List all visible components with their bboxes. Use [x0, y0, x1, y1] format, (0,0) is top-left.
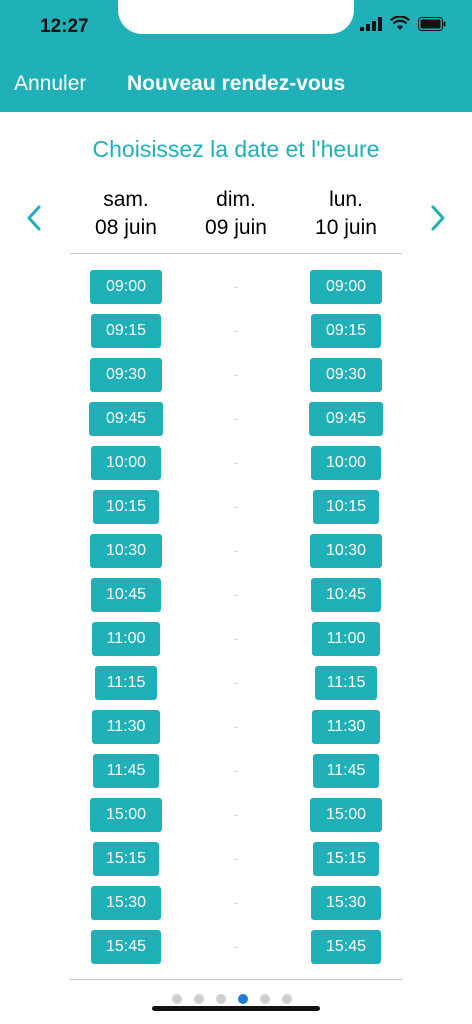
device-notch — [118, 0, 354, 34]
day-date: 09 juin — [205, 216, 267, 239]
no-slot-placeholder: - — [233, 454, 239, 470]
time-slot-button[interactable]: 15:15 — [313, 842, 379, 876]
no-slot-placeholder: - — [233, 850, 239, 866]
status-icons — [360, 16, 446, 31]
time-slot-button[interactable]: 15:30 — [91, 886, 161, 920]
time-slot-button[interactable]: 11:00 — [312, 622, 380, 656]
time-slot-button[interactable]: 09:45 — [309, 402, 383, 436]
no-slot-placeholder: - — [233, 410, 239, 426]
time-slot-button[interactable]: 10:00 — [91, 446, 161, 480]
time-slot-button[interactable]: 10:00 — [311, 446, 381, 480]
time-slot-button[interactable]: 15:45 — [91, 930, 161, 964]
no-slot-placeholder: - — [233, 674, 239, 690]
time-slot-button[interactable]: 09:00 — [90, 270, 162, 304]
time-slot-button[interactable]: 09:15 — [311, 314, 381, 348]
no-slot-placeholder: - — [233, 322, 239, 338]
no-slot-placeholder: - — [233, 542, 239, 558]
day-date: 10 juin — [315, 216, 377, 239]
day-header-sat: sam. 08 juin — [66, 186, 186, 242]
time-slot-button[interactable]: 15:00 — [90, 798, 162, 832]
time-slot-button[interactable]: 11:00 — [92, 622, 160, 656]
time-slot-button[interactable]: 10:45 — [91, 578, 161, 612]
time-slot-button[interactable]: 11:45 — [93, 754, 159, 788]
day-header-sun: dim. 09 juin — [176, 186, 296, 242]
time-slot-button[interactable]: 09:30 — [310, 358, 382, 392]
no-slot-placeholder: - — [233, 938, 239, 954]
page-dot[interactable] — [282, 994, 292, 1004]
page-title: Nouveau rendez-vous — [127, 72, 346, 95]
battery-icon — [418, 16, 446, 31]
day-name: sam. — [103, 188, 149, 211]
time-slot-button[interactable]: 15:30 — [311, 886, 381, 920]
time-slot-button[interactable]: 11:30 — [312, 710, 380, 744]
time-slot-button[interactable]: 15:15 — [93, 842, 159, 876]
time-slot-button[interactable]: 11:15 — [315, 666, 377, 700]
time-slot-button[interactable]: 11:15 — [95, 666, 157, 700]
no-slot-placeholder: - — [233, 366, 239, 382]
time-slot-button[interactable]: 15:00 — [310, 798, 382, 832]
page-dot[interactable] — [194, 994, 204, 1004]
time-slot-button[interactable]: 09:00 — [310, 270, 382, 304]
cancel-button[interactable]: Annuler — [14, 72, 86, 96]
page-dot[interactable] — [238, 994, 248, 1004]
chevron-left-icon[interactable] — [24, 204, 44, 232]
time-slot-button[interactable]: 09:15 — [91, 314, 161, 348]
time-slot-button[interactable]: 11:45 — [313, 754, 379, 788]
day-header-mon: lun. 10 juin — [286, 186, 406, 242]
time-slot-button[interactable]: 10:30 — [90, 534, 162, 568]
no-slot-placeholder: - — [233, 278, 239, 294]
time-slot-button[interactable]: 11:30 — [92, 710, 160, 744]
status-time: 12:27 — [40, 16, 89, 37]
wifi-icon — [390, 16, 410, 30]
no-slot-placeholder: - — [233, 718, 239, 734]
day-date: 08 juin — [95, 216, 157, 239]
day-name: lun. — [329, 188, 363, 211]
section-title: Choisissez la date et l'heure — [92, 136, 380, 162]
divider-top — [70, 253, 402, 254]
no-slot-placeholder: - — [233, 894, 239, 910]
time-slot-button[interactable]: 10:15 — [313, 490, 379, 524]
time-slot-button[interactable]: 10:30 — [310, 534, 382, 568]
home-indicator — [152, 1006, 320, 1011]
page-dot[interactable] — [260, 994, 270, 1004]
time-slot-button[interactable]: 09:30 — [90, 358, 162, 392]
time-slot-button[interactable]: 09:45 — [89, 402, 163, 436]
page-dot[interactable] — [172, 994, 182, 1004]
day-name: dim. — [216, 188, 256, 211]
no-slot-placeholder: - — [233, 498, 239, 514]
chevron-right-icon[interactable] — [428, 204, 448, 232]
no-slot-placeholder: - — [233, 630, 239, 646]
page-indicator — [172, 994, 292, 1004]
no-slot-placeholder: - — [233, 806, 239, 822]
page-dot[interactable] — [216, 994, 226, 1004]
time-slot-button[interactable]: 15:45 — [311, 930, 381, 964]
signal-icon — [360, 16, 382, 31]
no-slot-placeholder: - — [233, 586, 239, 602]
time-slot-button[interactable]: 10:15 — [93, 490, 159, 524]
time-slot-button[interactable]: 10:45 — [311, 578, 381, 612]
no-slot-placeholder: - — [233, 762, 239, 778]
divider-bottom — [70, 979, 402, 980]
